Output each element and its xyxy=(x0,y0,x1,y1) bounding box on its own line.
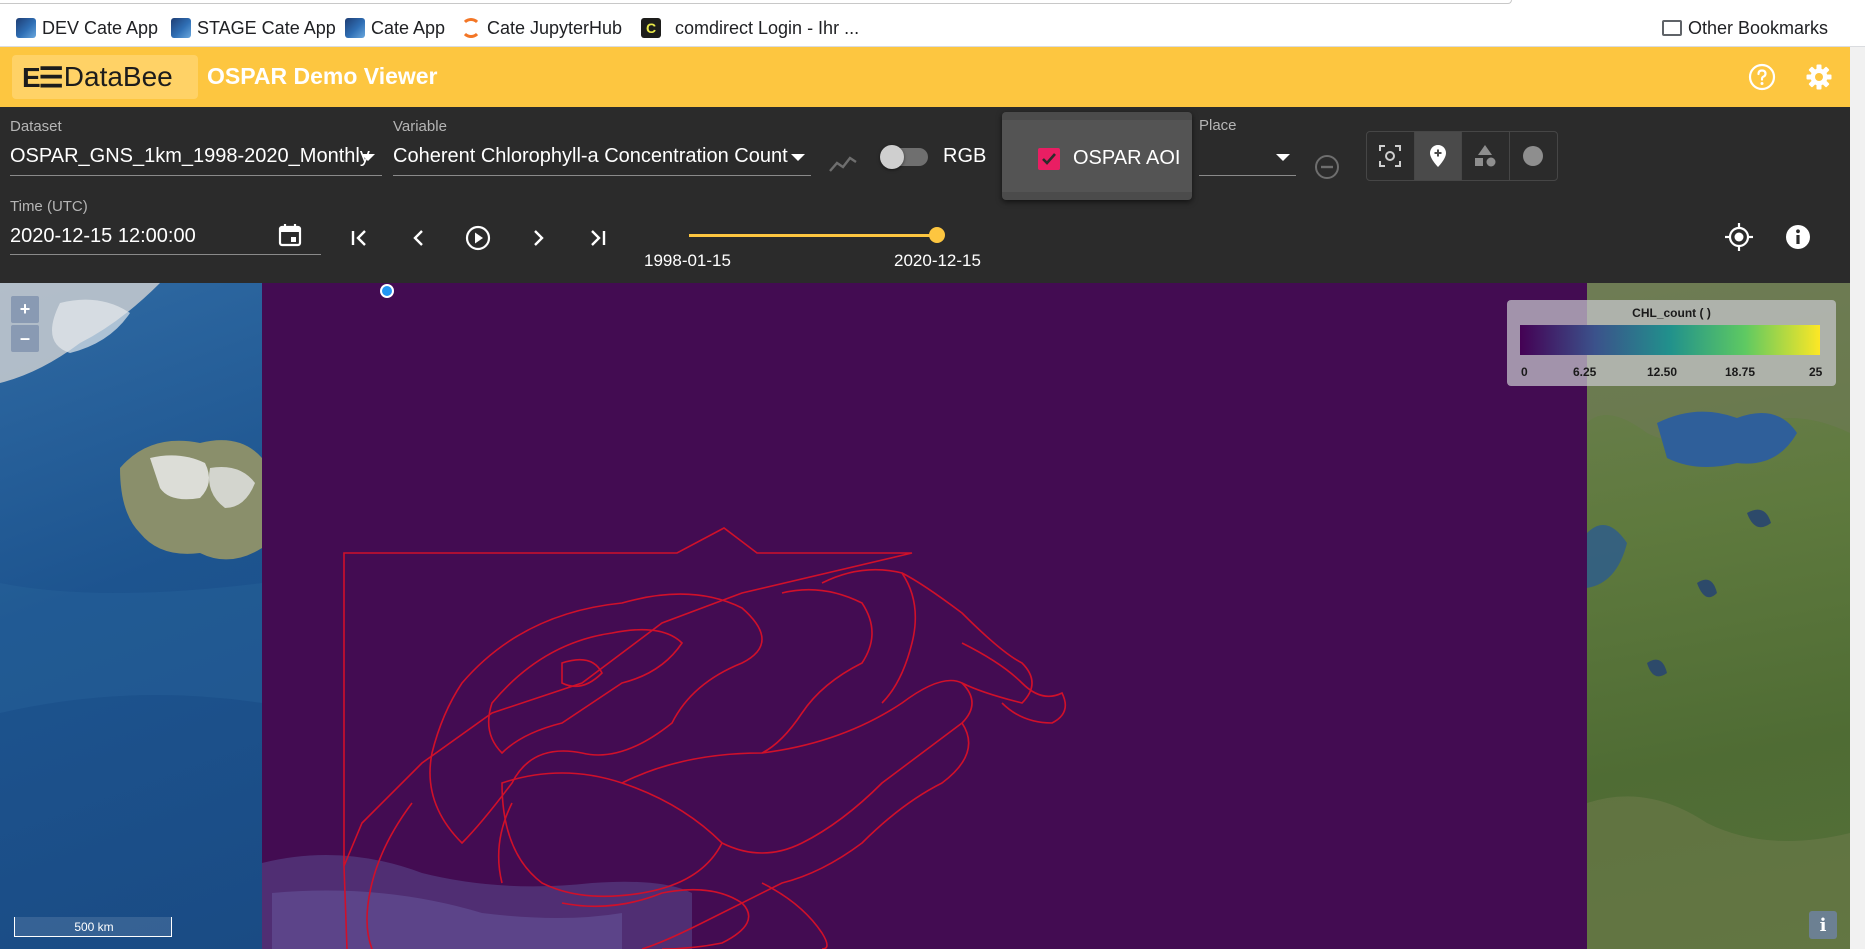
dataset-label: Dataset xyxy=(10,118,62,135)
chevron-down-icon[interactable] xyxy=(791,154,805,161)
address-bar-edge xyxy=(0,0,1512,4)
map-view[interactable]: + – CHL_count ( ) 0 6.25 12.50 18.75 25 … xyxy=(0,283,1850,949)
rgb-label: RGB xyxy=(943,145,987,167)
dataset-select[interactable]: OSPAR_GNS_1km_1998-2020_Monthly xyxy=(10,145,370,168)
bookmark-label: DEV Cate App xyxy=(42,17,159,38)
legend-tick: 0 xyxy=(1521,365,1528,379)
bookmark-label: Cate JupyterHub xyxy=(487,17,623,38)
other-bookmarks[interactable]: Other Bookmarks xyxy=(1662,15,1828,41)
select-tool[interactable] xyxy=(1367,132,1415,180)
chevron-left-icon xyxy=(413,230,423,246)
time-slider-track[interactable] xyxy=(689,234,937,237)
circle-tool[interactable] xyxy=(1510,132,1557,180)
aoi-label: OSPAR AOI xyxy=(1073,147,1181,169)
databee-logo: E☰ DataBee xyxy=(12,55,198,99)
logo-mark: E☰ xyxy=(22,61,64,93)
bookmarks-bar: DEV Cate App STAGE Cate App Cate App Cat… xyxy=(0,0,1865,47)
chevron-right-icon xyxy=(534,230,544,246)
attribution-info-button[interactable]: i xyxy=(1809,911,1837,939)
rgb-toggle-knob[interactable] xyxy=(880,145,904,169)
satellite-imagery-left xyxy=(0,283,262,713)
time-underline xyxy=(10,254,321,255)
remove-place-icon[interactable] xyxy=(1313,153,1341,181)
ospar-aoi-boundaries xyxy=(343,527,1067,949)
calendar-icon[interactable] xyxy=(277,222,303,248)
cate-icon xyxy=(171,18,191,38)
dataset-underline xyxy=(10,175,382,176)
slider-start-label: 1998-01-15 xyxy=(644,251,731,270)
legend-tick: 12.50 xyxy=(1647,365,1678,379)
shapes-icon xyxy=(1475,145,1496,167)
variable-label: Variable xyxy=(393,118,447,135)
colorbar-legend: CHL_count ( ) 0 6.25 12.50 18.75 25 xyxy=(1507,300,1836,386)
folder-icon xyxy=(1662,20,1682,36)
settings-gear-icon[interactable] xyxy=(1805,63,1833,91)
legend-tick: 18.75 xyxy=(1725,365,1756,379)
app-title: OSPAR Demo Viewer xyxy=(207,63,438,89)
cate-icon xyxy=(16,18,36,38)
timeseries-chart-icon[interactable] xyxy=(828,153,858,175)
time-label: Time (UTC) xyxy=(10,198,88,215)
other-bookmarks-label: Other Bookmarks xyxy=(1688,17,1829,38)
zoom-out-button[interactable]: – xyxy=(11,325,39,352)
legend-tick: 25 xyxy=(1809,365,1823,379)
last-step-button[interactable] xyxy=(582,223,612,253)
bookmark-cate-jupyterhub[interactable]: Cate JupyterHub xyxy=(461,15,622,41)
first-page-icon xyxy=(351,230,366,246)
cate-icon xyxy=(345,18,365,38)
help-icon[interactable] xyxy=(1748,63,1776,91)
chevron-down-icon[interactable] xyxy=(361,154,375,161)
bookmark-cate-app[interactable]: Cate App xyxy=(345,15,445,41)
colorbar xyxy=(1520,325,1820,355)
scale-bar: 500 km xyxy=(14,917,172,937)
last-page-icon xyxy=(591,230,606,246)
next-step-button[interactable] xyxy=(523,223,553,253)
variable-select[interactable]: Coherent Chlorophyll-a Concentration Cou… xyxy=(393,145,788,168)
slider-end-label: 2020-12-15 xyxy=(894,251,981,270)
page-scrollbar[interactable] xyxy=(1850,47,1865,949)
add-location-icon xyxy=(1429,145,1446,167)
aoi-menu: OSPAR AOI xyxy=(1002,112,1192,200)
logo-text: DataBee xyxy=(63,61,173,92)
scale-label: 500 km xyxy=(74,920,114,934)
bookmark-label: comdirect Login - Ihr ... xyxy=(675,17,860,38)
checkmark-icon xyxy=(1042,153,1056,165)
first-step-button[interactable] xyxy=(345,223,375,253)
info-icon[interactable] xyxy=(1784,223,1812,251)
bookmark-stage-cate-app[interactable]: STAGE Cate App xyxy=(171,15,336,41)
comdirect-icon: C xyxy=(641,18,661,38)
place-label: Place xyxy=(1199,117,1237,134)
play-button[interactable] xyxy=(463,223,493,253)
chevron-down-icon[interactable] xyxy=(1276,154,1290,161)
point-tool[interactable] xyxy=(1414,132,1462,180)
bookmark-label: Cate App xyxy=(371,17,446,38)
bookmark-comdirect[interactable]: C comdirect Login - Ihr ... xyxy=(641,15,859,41)
aoi-checkbox[interactable] xyxy=(1038,148,1060,170)
place-tool-group xyxy=(1366,131,1558,181)
bookmark-dev-cate-app[interactable]: DEV Cate App xyxy=(16,15,158,41)
circle-icon xyxy=(1523,146,1544,166)
aoi-option[interactable]: OSPAR AOI xyxy=(1002,120,1192,192)
polygon-tool[interactable] xyxy=(1462,132,1510,180)
select-area-icon xyxy=(1379,145,1402,167)
legend-tick: 6.25 xyxy=(1573,365,1597,379)
app-header: E☰ DataBee OSPAR Demo Viewer xyxy=(0,47,1850,107)
previous-step-button[interactable] xyxy=(404,223,434,253)
my-location-icon[interactable] xyxy=(1724,222,1754,252)
time-slider-thumb[interactable] xyxy=(929,227,945,243)
bookmark-label: STAGE Cate App xyxy=(197,17,336,38)
variable-underline xyxy=(393,175,811,176)
location-marker[interactable] xyxy=(380,284,394,298)
place-underline xyxy=(1199,175,1296,176)
time-input[interactable]: 2020-12-15 12:00:00 xyxy=(10,225,196,248)
legend-title: CHL_count ( ) xyxy=(1632,306,1711,320)
play-circle-icon xyxy=(465,225,491,251)
jupyter-icon xyxy=(461,18,481,38)
zoom-in-button[interactable]: + xyxy=(11,296,39,323)
